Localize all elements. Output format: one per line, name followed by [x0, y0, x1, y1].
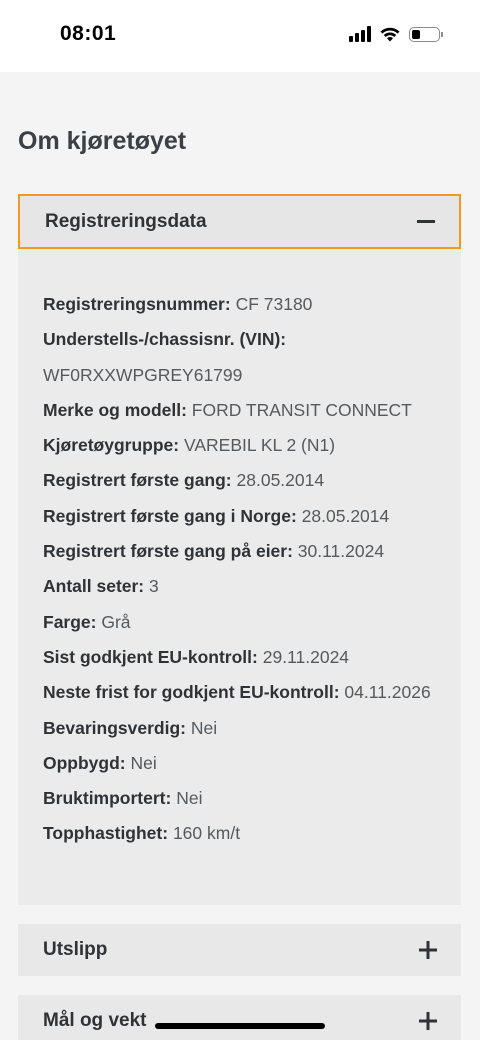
battery-icon [409, 26, 443, 42]
accordion-title: Registreringsdata [45, 210, 207, 232]
accordion-dimensions-weight: Mål og vekt [18, 995, 461, 1040]
status-time: 08:01 [60, 22, 117, 45]
detail-preservation-worthy: Bevaringsverdig: Nei [43, 717, 218, 738]
status-bar: 08:01 [0, 0, 480, 72]
accordion-registration: Registreringsdata Registreringsnummer: C… [18, 194, 461, 905]
detail-vin-label: Understells-/chassisnr. (VIN): [43, 329, 287, 350]
accordion-emissions: Utslipp [18, 924, 461, 976]
accordion-title: Utslipp [43, 939, 108, 960]
detail-vin-value: WF0RXXWPGREY61799 [43, 364, 243, 385]
accordion-header-registration[interactable]: Registreringsdata [18, 194, 461, 249]
home-indicator[interactable] [155, 1023, 325, 1029]
minus-icon[interactable] [417, 220, 435, 223]
accordion-header-emissions[interactable]: Utslipp [18, 924, 461, 976]
detail-used-import: Bruktimportert: Nei [43, 788, 203, 809]
cellular-signal-icon [349, 26, 371, 42]
detail-seats: Antall seter: 3 [43, 576, 159, 597]
detail-reg-number: Registreringsnummer: CF 73180 [43, 294, 313, 314]
detail-color: Farge: Grå [43, 611, 131, 632]
detail-top-speed: Topphastighet: 160 km/t [43, 823, 241, 844]
page-title: Om kjøretøyet [18, 127, 187, 155]
detail-first-registered-norway: Registrert første gang i Norge: 28.05.20… [43, 505, 390, 526]
detail-rebuilt: Oppbygd: Nei [43, 752, 157, 773]
accordion-title: Mål og vekt [43, 1010, 147, 1031]
detail-next-eu-deadline: Neste frist for godkjent EU-kontroll: 04… [43, 682, 431, 703]
detail-make-model: Merke og modell: FORD TRANSIT CONNECT [43, 399, 412, 420]
detail-last-eu-control: Sist godkjent EU-kontroll: 29.11.2024 [43, 646, 350, 667]
detail-first-registered-owner: Registrert første gang på eier: 30.11.20… [43, 541, 385, 562]
detail-vehicle-group: Kjøretøygruppe: VAREBIL KL 2 (N1) [43, 435, 336, 456]
registration-details: Registreringsnummer: CF 73180 Understell… [18, 249, 461, 905]
status-icons [349, 26, 443, 42]
accordion-header-dimensions-weight[interactable]: Mål og vekt [18, 995, 461, 1040]
plus-icon[interactable] [419, 1012, 437, 1030]
detail-first-registered: Registrert første gang: 28.05.2014 [43, 470, 325, 491]
plus-icon[interactable] [419, 941, 437, 959]
wifi-icon [380, 27, 400, 42]
